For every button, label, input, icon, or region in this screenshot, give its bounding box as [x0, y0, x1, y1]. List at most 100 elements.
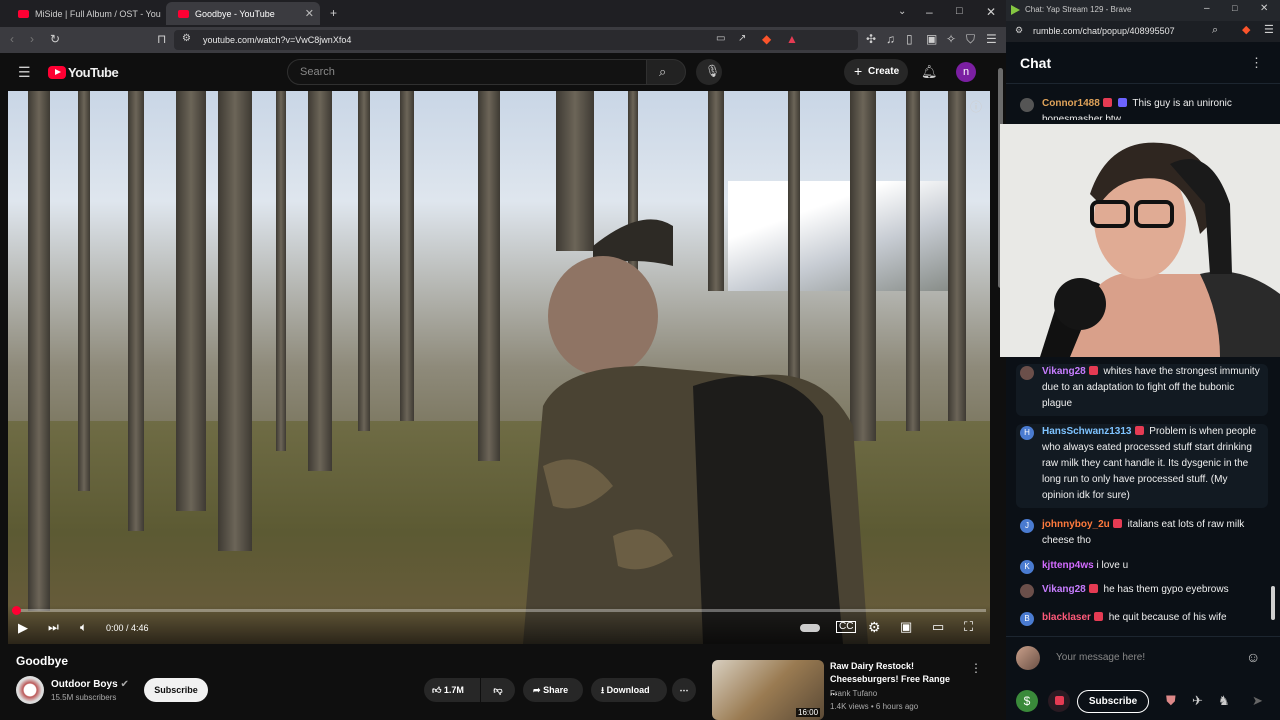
theater-mode-icon[interactable]: ▭ [932, 620, 944, 633]
sub-badge-icon [1088, 584, 1098, 593]
autoplay-toggle[interactable] [800, 624, 820, 632]
chat-username[interactable]: blacklaser [1042, 612, 1091, 623]
streamer-figure [1000, 124, 1280, 357]
youtube-favicon-icon [178, 9, 189, 18]
emoji-icon[interactable]: ☺ [1246, 649, 1260, 665]
brave-shields-icon[interactable]: ◆ [1242, 25, 1250, 36]
share-button[interactable]: ➦ Share [523, 678, 583, 702]
hamburger-menu-icon[interactable]: ☰ [18, 65, 31, 79]
video-player[interactable]: ⓘ [8, 91, 990, 644]
game-icon[interactable]: ♞ [1218, 693, 1230, 709]
chat-username[interactable]: Vikang28 [1042, 366, 1086, 377]
chat-username[interactable]: Connor1488 [1042, 98, 1100, 109]
verified-check-icon: ✔ [120, 679, 129, 690]
user-avatar [1016, 646, 1040, 670]
search-button[interactable]: ⌕ [646, 59, 686, 85]
minimize-icon[interactable]: – [1204, 4, 1210, 14]
play-icon[interactable]: ▶ [18, 621, 28, 634]
user-avatar: K [1020, 560, 1034, 574]
vpn-shield-icon[interactable]: ⛉ [966, 33, 975, 45]
menu-icon[interactable]: ☰ [1264, 25, 1274, 36]
sub-badge-icon [1102, 98, 1112, 107]
reload-icon[interactable]: ↻ [50, 33, 60, 45]
channel-name[interactable]: Outdoor Boys ✔ [51, 679, 129, 690]
maximize-icon[interactable]: □ [956, 6, 963, 17]
badge-icon[interactable] [1048, 690, 1070, 712]
tab-label: MiSide | Full Album / OST - You [35, 8, 161, 19]
voice-search-button[interactable]: 🎙︎ [696, 59, 722, 85]
address-bar: ‹ › ↻ ⊓ youtube.com/watch?v=VwC8jwnXfo4 … [0, 27, 1006, 53]
like-button[interactable]: 👍︎ 1.7M [424, 678, 480, 702]
search-input[interactable]: Search [287, 59, 647, 85]
chat-message-input[interactable]: Your message here! [1056, 652, 1145, 663]
rant-dollar-icon[interactable]: $ [1016, 690, 1038, 712]
cast-icon[interactable]: ▭ [716, 34, 725, 44]
chat-username[interactable]: kjttenp4ws [1042, 560, 1094, 571]
close-tab-icon[interactable]: ✕ [305, 7, 314, 20]
site-settings-icon[interactable]: ⚙ [1015, 26, 1023, 35]
forward-icon[interactable]: › [30, 33, 34, 45]
tab-list-chevron-icon[interactable]: ⌄ [898, 7, 906, 17]
progress-bar[interactable] [12, 606, 986, 615]
captions-icon[interactable]: CC [836, 621, 857, 633]
channel-avatar[interactable] [16, 676, 44, 704]
chat-subscribe-button[interactable]: Subscribe [1077, 690, 1149, 713]
chat-username[interactable]: HansSchwanz1313 [1042, 426, 1132, 437]
more-actions-button[interactable]: ⋯ [672, 678, 696, 702]
account-avatar[interactable]: n [956, 62, 976, 82]
tab-label: Goodbye - YouTube [195, 8, 275, 19]
miniplayer-icon[interactable]: ▣ [900, 620, 912, 633]
chat-username[interactable]: Vikang28 [1042, 584, 1086, 595]
gift-icon[interactable]: ⛊ [1166, 693, 1176, 709]
info-icon[interactable]: ⓘ [970, 101, 982, 113]
wallet-icon[interactable]: ▣ [926, 33, 937, 45]
create-button[interactable]: + Create [844, 59, 908, 85]
tree-trunk [358, 91, 370, 431]
settings-gear-icon[interactable]: ⚙ [868, 620, 881, 634]
close-window-icon[interactable]: ✕ [986, 6, 996, 18]
tree-trunk [78, 91, 90, 491]
send-icon[interactable]: ➤ [1252, 693, 1263, 709]
share-icon[interactable]: ↗ [738, 34, 746, 44]
subscribe-button[interactable]: Subscribe [144, 678, 208, 702]
progress-scrubber[interactable] [12, 606, 21, 615]
chat-url-bar[interactable]: ⚙ rumble.com/chat/popup/408995507 ⌕ ◆ ☰ [1006, 21, 1280, 42]
chat-username[interactable]: johnnyboy_2u [1042, 519, 1110, 530]
brave-rewards-icon[interactable]: ▲ [786, 33, 798, 45]
download-button[interactable]: ⭳ Download [591, 678, 667, 702]
music-icon[interactable]: ♫ [886, 33, 895, 45]
raid-icon[interactable]: ✈ [1192, 693, 1203, 709]
chat-options-icon[interactable]: ⋮ [1250, 56, 1263, 69]
maximize-icon[interactable]: □ [1232, 4, 1237, 13]
leo-ai-icon[interactable]: ✧ [946, 33, 956, 45]
volume-icon[interactable]: 🔈︎ [80, 621, 87, 633]
notifications-bell-icon[interactable]: 🔔︎ [921, 65, 938, 78]
dislike-button[interactable]: 👎︎ [481, 678, 515, 702]
youtube-logo[interactable]: YouTube [48, 65, 119, 80]
fullscreen-icon[interactable]: ⛶ [964, 620, 973, 633]
minimize-icon[interactable]: – [926, 6, 933, 18]
close-window-icon[interactable]: ✕ [1260, 4, 1268, 14]
youtube-browser-window: MiSide | Full Album / OST - You Goodbye … [0, 0, 1006, 720]
sub-badge-icon [1112, 519, 1122, 528]
bookmark-icon[interactable]: ⊓ [157, 33, 166, 45]
new-tab-icon[interactable]: + [330, 7, 337, 19]
menu-icon[interactable]: ☰ [986, 33, 997, 45]
create-label: Create [868, 66, 900, 77]
recommended-channel[interactable]: Frank Tufano [830, 689, 877, 698]
tab-miside[interactable]: MiSide | Full Album / OST - You [6, 2, 162, 25]
brave-shields-icon[interactable]: ◆ [762, 33, 771, 45]
extensions-icon[interactable]: ✣ [866, 33, 876, 45]
zoom-icon[interactable]: ⌕ [1212, 25, 1218, 36]
back-icon[interactable]: ‹ [10, 33, 14, 45]
chat-message: H HansSchwanz1313 Problem is when people… [1016, 424, 1268, 508]
next-icon[interactable]: ⏭︎ [48, 621, 59, 633]
url-field[interactable]: youtube.com/watch?v=VwC8jwnXfo4 [174, 30, 858, 50]
recommended-menu-icon[interactable]: ⋮ [970, 662, 982, 674]
tab-goodbye[interactable]: Goodbye - YouTube ✕ [166, 2, 320, 25]
chat-title-bar: Chat: Yap Stream 129 - Brave – □ ✕ [1006, 0, 1280, 21]
chat-scrollbar-thumb[interactable] [1271, 586, 1275, 620]
share-label: Share [543, 685, 569, 695]
sidebar-icon[interactable]: ▯ [906, 33, 913, 45]
site-settings-icon[interactable]: ⚙ [182, 34, 191, 44]
